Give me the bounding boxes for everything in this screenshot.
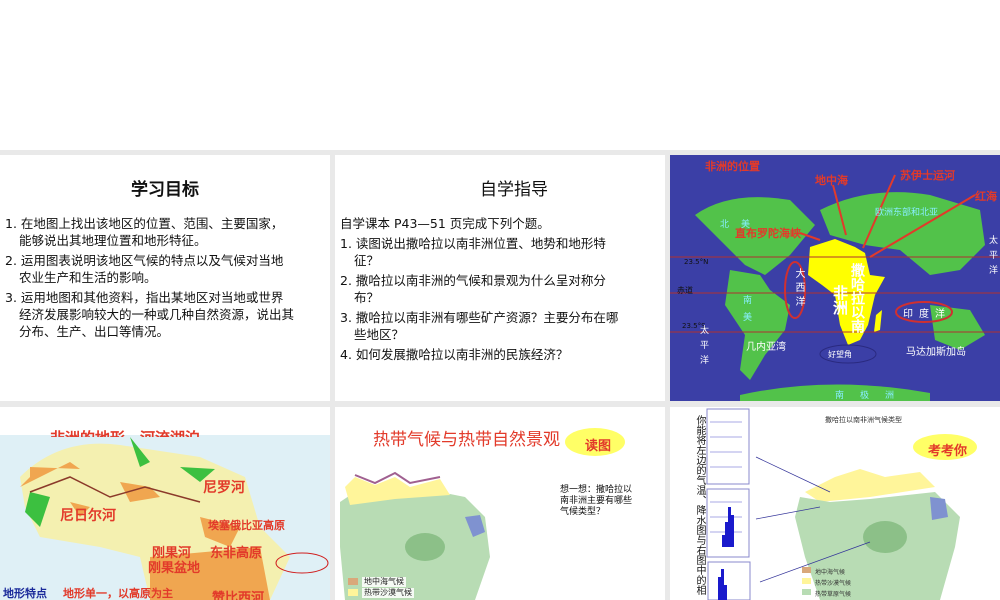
slide-4-terrain-rivers[interactable]: 非洲的地形、河流湖泊 尼罗河 尼日尔河 埃塞俄比亚高原 刚果河 东非高原 刚果盆…: [0, 407, 330, 600]
slide-title: 学习目标: [131, 180, 199, 200]
legend-desert: 热带沙漠气候: [815, 580, 852, 587]
goal-item: 1. 在地图上找出该地区的位置、范围、主要国家，能够说出其地理位置和地形特征。: [5, 216, 284, 248]
label-terrain-feature: 地形特点: [3, 587, 47, 600]
label-south-america: 南美: [741, 295, 751, 329]
slide-1-learning-goals[interactable]: 学习目标 1. 在地图上找出该地区的位置、范围、主要国家，能够说出其地理位置和地…: [0, 155, 330, 401]
label-equator: 赤道: [677, 286, 693, 295]
slide-6-climate-quiz[interactable]: 撒哈拉以南非洲气候类型 考考你 你能将左边的气温、降水图与右图中的相 地中海气候…: [670, 407, 1000, 600]
label-east-africa-plateau: 东非高原: [210, 546, 263, 561]
goal-item: 2. 运用图表说明该地区气候的特点以及气候对当地农业生产和生活的影响。: [5, 253, 284, 285]
legend-mediterranean: 地中海气候: [362, 577, 406, 587]
question-item: 4. 如何发展撒哈拉以南非洲的民族经济？: [340, 347, 569, 362]
slide-title: 自学指导: [480, 180, 548, 200]
slide-title: 撒哈拉以南非洲气候类型: [825, 416, 902, 424]
label-23n: 23.5°N: [684, 258, 709, 266]
label-suez: 苏伊士运河: [900, 169, 955, 182]
label-pacific-west: 太平洋: [698, 325, 708, 370]
label-ethiopia-plateau: 埃塞俄比亚高原: [208, 519, 285, 532]
world-map: [670, 174, 1000, 401]
slide-5-tropical-climate[interactable]: 热带气候与热带自然景观 读图 想一想：撒哈拉以南非洲主要有哪些气候类型？ 地中海…: [335, 407, 665, 600]
label-atlantic: 大西洋: [793, 268, 804, 310]
label-north-america: 北美: [720, 220, 763, 230]
label-pacific-east: 太平洋: [987, 235, 997, 280]
slide-sorter: 学习目标 1. 在地图上找出该地区的位置、范围、主要国家，能够说出其地理位置和地…: [0, 150, 1000, 600]
label-mediterranean: 地中海: [815, 174, 848, 187]
label-zambezi: 赞比西河: [212, 591, 265, 600]
quiz-badge: 考考你: [928, 444, 968, 459]
label-sahara-south: 撒哈拉以南: [849, 263, 865, 333]
slide-3-africa-location-map[interactable]: 非洲的位置 地中海 苏伊士运河 红海 直布罗陀海峡 欧洲东部和北亚 23.5°N…: [670, 155, 1000, 401]
slide-title: 非洲的地形、河流湖泊: [50, 425, 200, 437]
label-guinea-gulf: 几内亚湾: [746, 342, 786, 353]
label-terrain-description: 地形单一，以高原为主: [63, 587, 173, 600]
read-map-badge: 读图: [585, 439, 612, 454]
slide-title: 热带气候与热带自然景观: [373, 430, 560, 450]
legend-mediterranean: 地中海气候: [815, 569, 846, 576]
label-niger: 尼日尔河: [60, 508, 116, 524]
intro-text: 自学课本 P43—51 页完成下列个题。: [340, 216, 550, 231]
slide-2-self-study[interactable]: 自学指导 自学课本 P43—51 页完成下列个题。 1. 读图说出撒哈拉以南非洲…: [335, 155, 665, 401]
goal-item: 3. 运用地图和其他资料，指出某地区对当地或世界经济发展影响较大的一种或几种自然…: [5, 290, 295, 339]
question-item: 1. 读图说出撒哈拉以南非洲位置、地势和地形特征？: [340, 236, 606, 268]
label-red-sea: 红海: [975, 190, 997, 203]
question-item: 2. 撒哈拉以南非洲的气候和景观为什么呈对称分布？: [340, 273, 606, 305]
label-cape: 好望角: [828, 350, 852, 359]
question-text: 你能将左边的气温、降水图与右图中的相: [694, 415, 705, 595]
question-item: 3. 撒哈拉以南非洲有哪些矿产资源？主要分布在哪些地区？: [340, 310, 619, 342]
label-madagascar: 马达加斯加岛: [906, 347, 966, 358]
legend-desert: 热带沙漠气候: [362, 588, 414, 598]
question-text: 想一想：撒哈拉以南非洲主要有哪些气候类型？: [560, 485, 633, 517]
label-indian-ocean: 印度洋: [903, 309, 951, 320]
slide-title: 非洲的位置: [705, 160, 760, 173]
label-nile: 尼罗河: [203, 480, 245, 496]
label-eastern-europe: 欧洲东部和北亚: [875, 208, 939, 218]
label-congo-basin: 刚果盆地: [148, 561, 201, 576]
legend-savanna: 热带草原气候: [815, 591, 852, 598]
label-antarctica: 南极洲: [835, 391, 911, 401]
